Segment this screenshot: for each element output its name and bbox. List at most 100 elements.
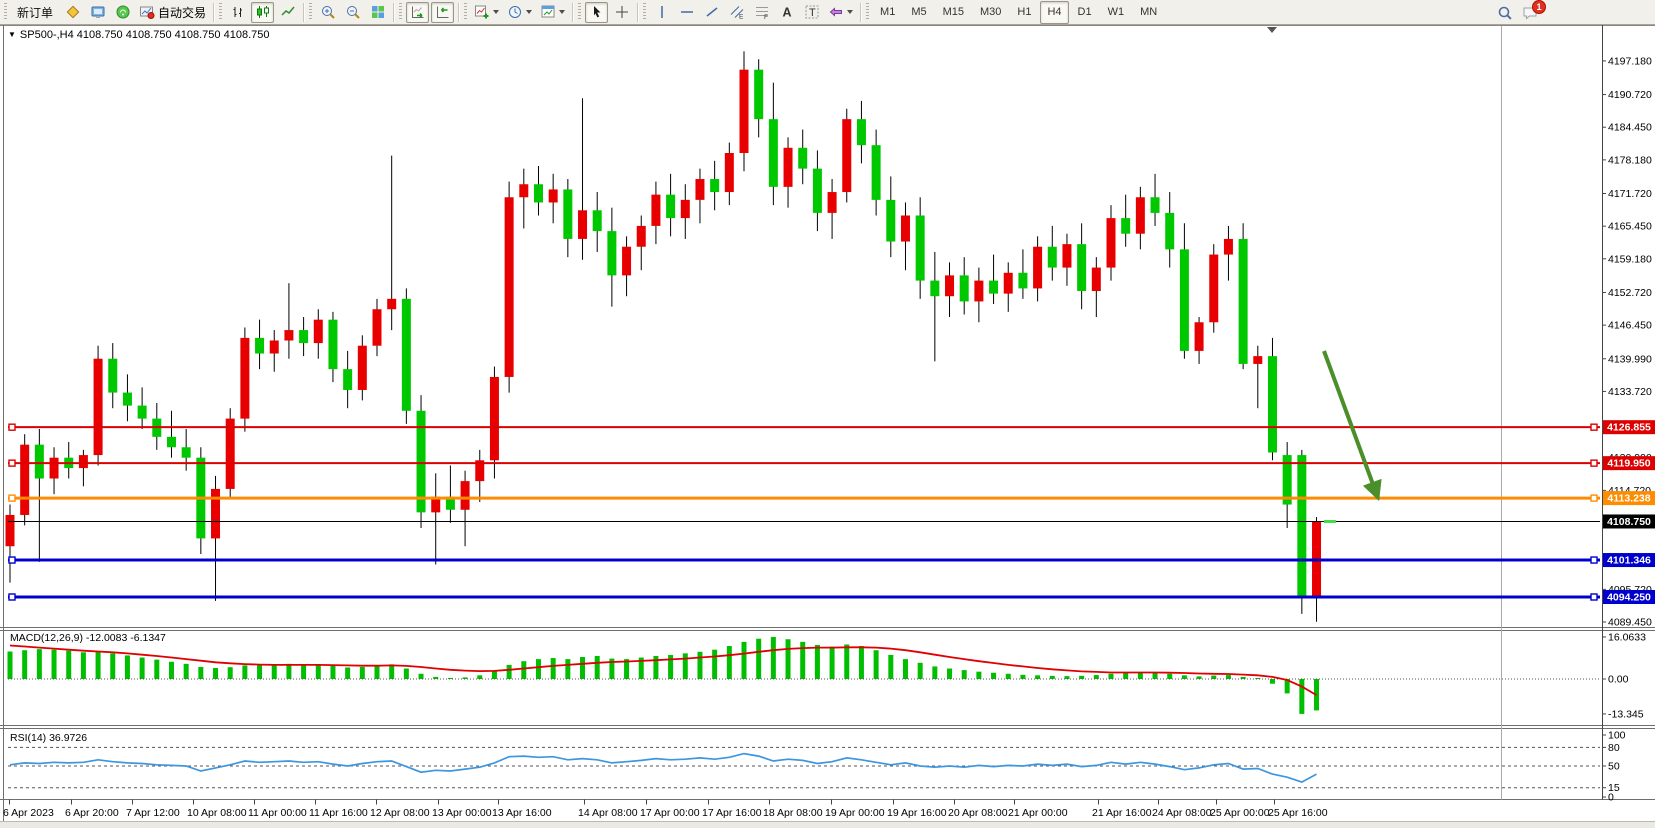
svg-text:50: 50 — [1608, 761, 1620, 773]
timeframe-M1[interactable]: M1 — [873, 1, 902, 24]
equidistant-channel-button[interactable]: E — [725, 2, 748, 23]
svg-text:4152.720: 4152.720 — [1608, 287, 1652, 299]
tile-windows-button[interactable] — [366, 2, 389, 23]
svg-text:18 Apr 08:00: 18 Apr 08:00 — [763, 807, 823, 819]
chevron-down-icon — [493, 10, 499, 14]
svg-text:6 Apr 2023: 6 Apr 2023 — [3, 807, 54, 819]
fibonacci-button[interactable]: F — [750, 2, 773, 23]
svg-text:E: E — [739, 14, 744, 21]
svg-text:13 Apr 00:00: 13 Apr 00:00 — [432, 807, 492, 819]
profile-button[interactable] — [61, 2, 84, 23]
equidistant-channel-icon: E — [729, 4, 745, 20]
search-icon — [1497, 5, 1513, 21]
svg-text:T: T — [809, 7, 816, 19]
svg-text:4165.450: 4165.450 — [1608, 221, 1652, 233]
svg-text:17 Apr 16:00: 17 Apr 16:00 — [702, 807, 762, 819]
horizontal-line-icon — [679, 4, 695, 20]
svg-text:11 Apr 00:00: 11 Apr 00:00 — [248, 807, 307, 819]
chevron-down-icon — [847, 10, 853, 14]
svg-text:4133.720: 4133.720 — [1608, 386, 1652, 398]
symbol-info-line: ▼ SP500-,H4 4108.750 4108.750 4108.750 41… — [8, 29, 269, 41]
signals-button[interactable] — [111, 2, 134, 23]
autotrading-button[interactable]: 自动交易 — [136, 2, 209, 23]
timeframe-H4[interactable]: H4 — [1040, 1, 1068, 24]
chevron-down-icon — [526, 10, 532, 14]
toolbar-grip[interactable] — [399, 3, 402, 21]
rsi-indicator-label: RSI(14) 36.9726 — [10, 732, 87, 744]
timeframe-M30[interactable]: M30 — [973, 1, 1008, 24]
toolbar-separator — [303, 3, 304, 22]
zoom-in-icon — [320, 4, 336, 20]
chart-shift-button[interactable] — [431, 2, 454, 23]
fibonacci-icon: F — [754, 4, 770, 20]
timeframe-M5[interactable]: M5 — [904, 1, 933, 24]
chat-button[interactable]: 1 — [1518, 2, 1541, 23]
line-chart-icon — [280, 4, 296, 20]
toolbar-separator — [637, 3, 638, 22]
indicators-button[interactable] — [471, 2, 502, 23]
svg-text:21 Apr 16:00: 21 Apr 16:00 — [1092, 807, 1152, 819]
text-label-button[interactable]: T — [800, 2, 823, 23]
toolbar-separator — [458, 3, 459, 22]
svg-text:19 Apr 00:00: 19 Apr 00:00 — [825, 807, 885, 819]
timeframe-H1[interactable]: H1 — [1010, 1, 1038, 24]
svg-text:0.00: 0.00 — [1608, 674, 1629, 686]
svg-text:0: 0 — [1608, 792, 1614, 804]
svg-text:4184.450: 4184.450 — [1608, 122, 1652, 134]
timeframe-MN[interactable]: MN — [1133, 1, 1164, 24]
toolbar-grip[interactable] — [309, 3, 312, 21]
zoom-out-icon — [345, 4, 361, 20]
arrows-button[interactable] — [825, 2, 856, 23]
zoom-out-button[interactable] — [341, 2, 364, 23]
search-button[interactable] — [1493, 2, 1516, 23]
svg-text:4101.346: 4101.346 — [1607, 555, 1651, 567]
templates-button[interactable] — [537, 2, 568, 23]
bar-chart-button[interactable] — [226, 2, 249, 23]
svg-text:19 Apr 16:00: 19 Apr 16:00 — [887, 807, 947, 819]
svg-text:12 Apr 08:00: 12 Apr 08:00 — [370, 807, 430, 819]
text-label-icon: T — [804, 4, 820, 20]
cursor-icon — [589, 4, 605, 20]
svg-text:A: A — [782, 6, 791, 20]
candlestick-chart-button[interactable] — [251, 2, 274, 23]
periods-icon — [507, 4, 523, 20]
toolbar-separator — [860, 3, 861, 22]
trendline-button[interactable] — [700, 2, 723, 23]
svg-text:4178.180: 4178.180 — [1608, 154, 1652, 166]
chevron-down-icon — [559, 10, 565, 14]
crosshair-button[interactable] — [610, 2, 633, 23]
svg-text:17 Apr 00:00: 17 Apr 00:00 — [640, 807, 700, 819]
zoom-in-button[interactable] — [316, 2, 339, 23]
tile-windows-icon — [370, 4, 386, 20]
svg-text:14 Apr 08:00: 14 Apr 08:00 — [578, 807, 638, 819]
toolbar-grip[interactable] — [464, 3, 467, 21]
timeframe-W1[interactable]: W1 — [1101, 1, 1132, 24]
auto-scroll-button[interactable] — [406, 2, 429, 23]
new-order-button[interactable]: 新订单 — [11, 2, 59, 23]
periods-button[interactable] — [504, 2, 535, 23]
line-chart-button[interactable] — [276, 2, 299, 23]
svg-text:21 Apr 00:00: 21 Apr 00:00 — [1008, 807, 1068, 819]
chart-area[interactable]: 4197.1804190.7204184.4504178.1804171.720… — [0, 0, 1655, 828]
text-button[interactable]: A — [775, 2, 798, 23]
toolbar-grip[interactable] — [866, 3, 869, 21]
svg-text:4113.238: 4113.238 — [1607, 493, 1650, 505]
indicators-icon — [474, 4, 490, 20]
terminal-icon — [90, 4, 106, 20]
svg-text:6 Apr 20:00: 6 Apr 20:00 — [65, 807, 119, 819]
svg-text:20 Apr 08:00: 20 Apr 08:00 — [948, 807, 1008, 819]
toolbar-grip[interactable] — [578, 3, 581, 21]
cursor-button[interactable] — [585, 2, 608, 23]
timeframe-M15[interactable]: M15 — [936, 1, 971, 24]
terminal-button[interactable] — [86, 2, 109, 23]
toolbar-grip[interactable] — [219, 3, 222, 21]
symbol-ohlc-text: SP500-,H4 4108.750 4108.750 4108.750 410… — [20, 29, 270, 41]
svg-text:4146.450: 4146.450 — [1608, 320, 1652, 332]
horizontal-line-button[interactable] — [675, 2, 698, 23]
toolbar-grip[interactable] — [4, 3, 7, 21]
macd-indicator-label: MACD(12,26,9) -12.0083 -6.1347 — [10, 632, 166, 644]
vertical-line-button[interactable] — [650, 2, 673, 23]
toolbar-grip[interactable] — [643, 3, 646, 21]
collapse-arrow-icon[interactable]: ▼ — [8, 30, 16, 39]
timeframe-D1[interactable]: D1 — [1071, 1, 1099, 24]
